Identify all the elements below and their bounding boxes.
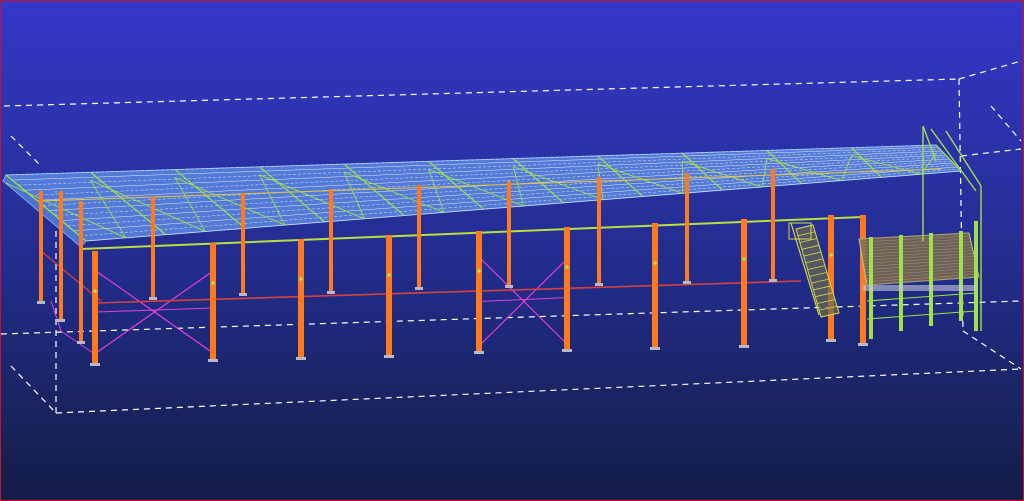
column-base-plate	[77, 341, 85, 344]
work-area-edge	[960, 148, 1022, 157]
column-base-plate	[239, 293, 247, 296]
platform-column	[929, 233, 933, 326]
platform-edge-beam	[863, 285, 977, 291]
column-base-plate	[474, 351, 484, 354]
column-connection	[387, 273, 391, 277]
column-base-plate	[149, 297, 157, 300]
column-connection	[742, 257, 746, 261]
work-area-edge	[1, 300, 1022, 335]
column-base-plate	[595, 283, 603, 286]
column-base-plate	[415, 287, 423, 290]
column	[79, 201, 83, 341]
column-base-plate	[650, 347, 660, 350]
column	[59, 191, 63, 319]
column	[828, 215, 834, 339]
column-base-plate	[296, 357, 306, 360]
column-connection	[477, 269, 481, 273]
column-base-plate	[683, 281, 691, 284]
column-connection	[829, 253, 833, 257]
column-base-plate	[90, 363, 100, 366]
column	[329, 189, 333, 291]
work-area-edge	[990, 105, 1022, 142]
column	[507, 181, 511, 285]
cross-bracing-group	[50, 256, 570, 354]
column	[92, 251, 98, 363]
column-base-plate	[562, 349, 572, 352]
column	[151, 197, 155, 297]
work-area-edge	[958, 60, 1022, 80]
work-area-edge	[10, 365, 57, 414]
column	[741, 219, 747, 345]
column-base-plate	[739, 345, 749, 348]
column-connection	[299, 277, 303, 281]
column	[771, 169, 775, 279]
column-base-plate	[769, 279, 777, 282]
column-base-plate	[37, 301, 45, 304]
work-area-edge	[962, 330, 1022, 370]
tie-beam	[95, 280, 802, 304]
column	[860, 215, 866, 343]
column-base-plate	[858, 343, 868, 346]
column	[652, 223, 658, 347]
work-area-edge	[3, 78, 960, 107]
column	[39, 191, 43, 301]
column	[685, 173, 689, 281]
work-area-edge	[55, 368, 1022, 414]
column	[476, 231, 482, 351]
steel-structure-3d-model[interactable]	[1, 1, 1023, 500]
column	[386, 235, 392, 355]
annex-truss-member	[945, 130, 982, 187]
column-connection	[565, 265, 569, 269]
column	[597, 177, 601, 283]
platform-column	[959, 231, 963, 321]
column-base-plate	[327, 291, 335, 294]
column-base-plate	[505, 285, 513, 288]
model-viewport[interactable]	[0, 0, 1024, 501]
column-base-plate	[208, 359, 218, 362]
column	[417, 185, 421, 287]
column-connection	[93, 289, 97, 293]
column	[210, 243, 216, 359]
column-connection	[653, 261, 657, 265]
column-base-plate	[826, 339, 836, 342]
column-base-plate	[384, 355, 394, 358]
column-connection	[211, 281, 215, 285]
column	[564, 227, 570, 349]
work-area-edge	[10, 135, 42, 167]
column	[298, 239, 304, 357]
column-base-plate	[57, 319, 65, 322]
platform-column	[974, 221, 978, 331]
column	[241, 193, 245, 293]
